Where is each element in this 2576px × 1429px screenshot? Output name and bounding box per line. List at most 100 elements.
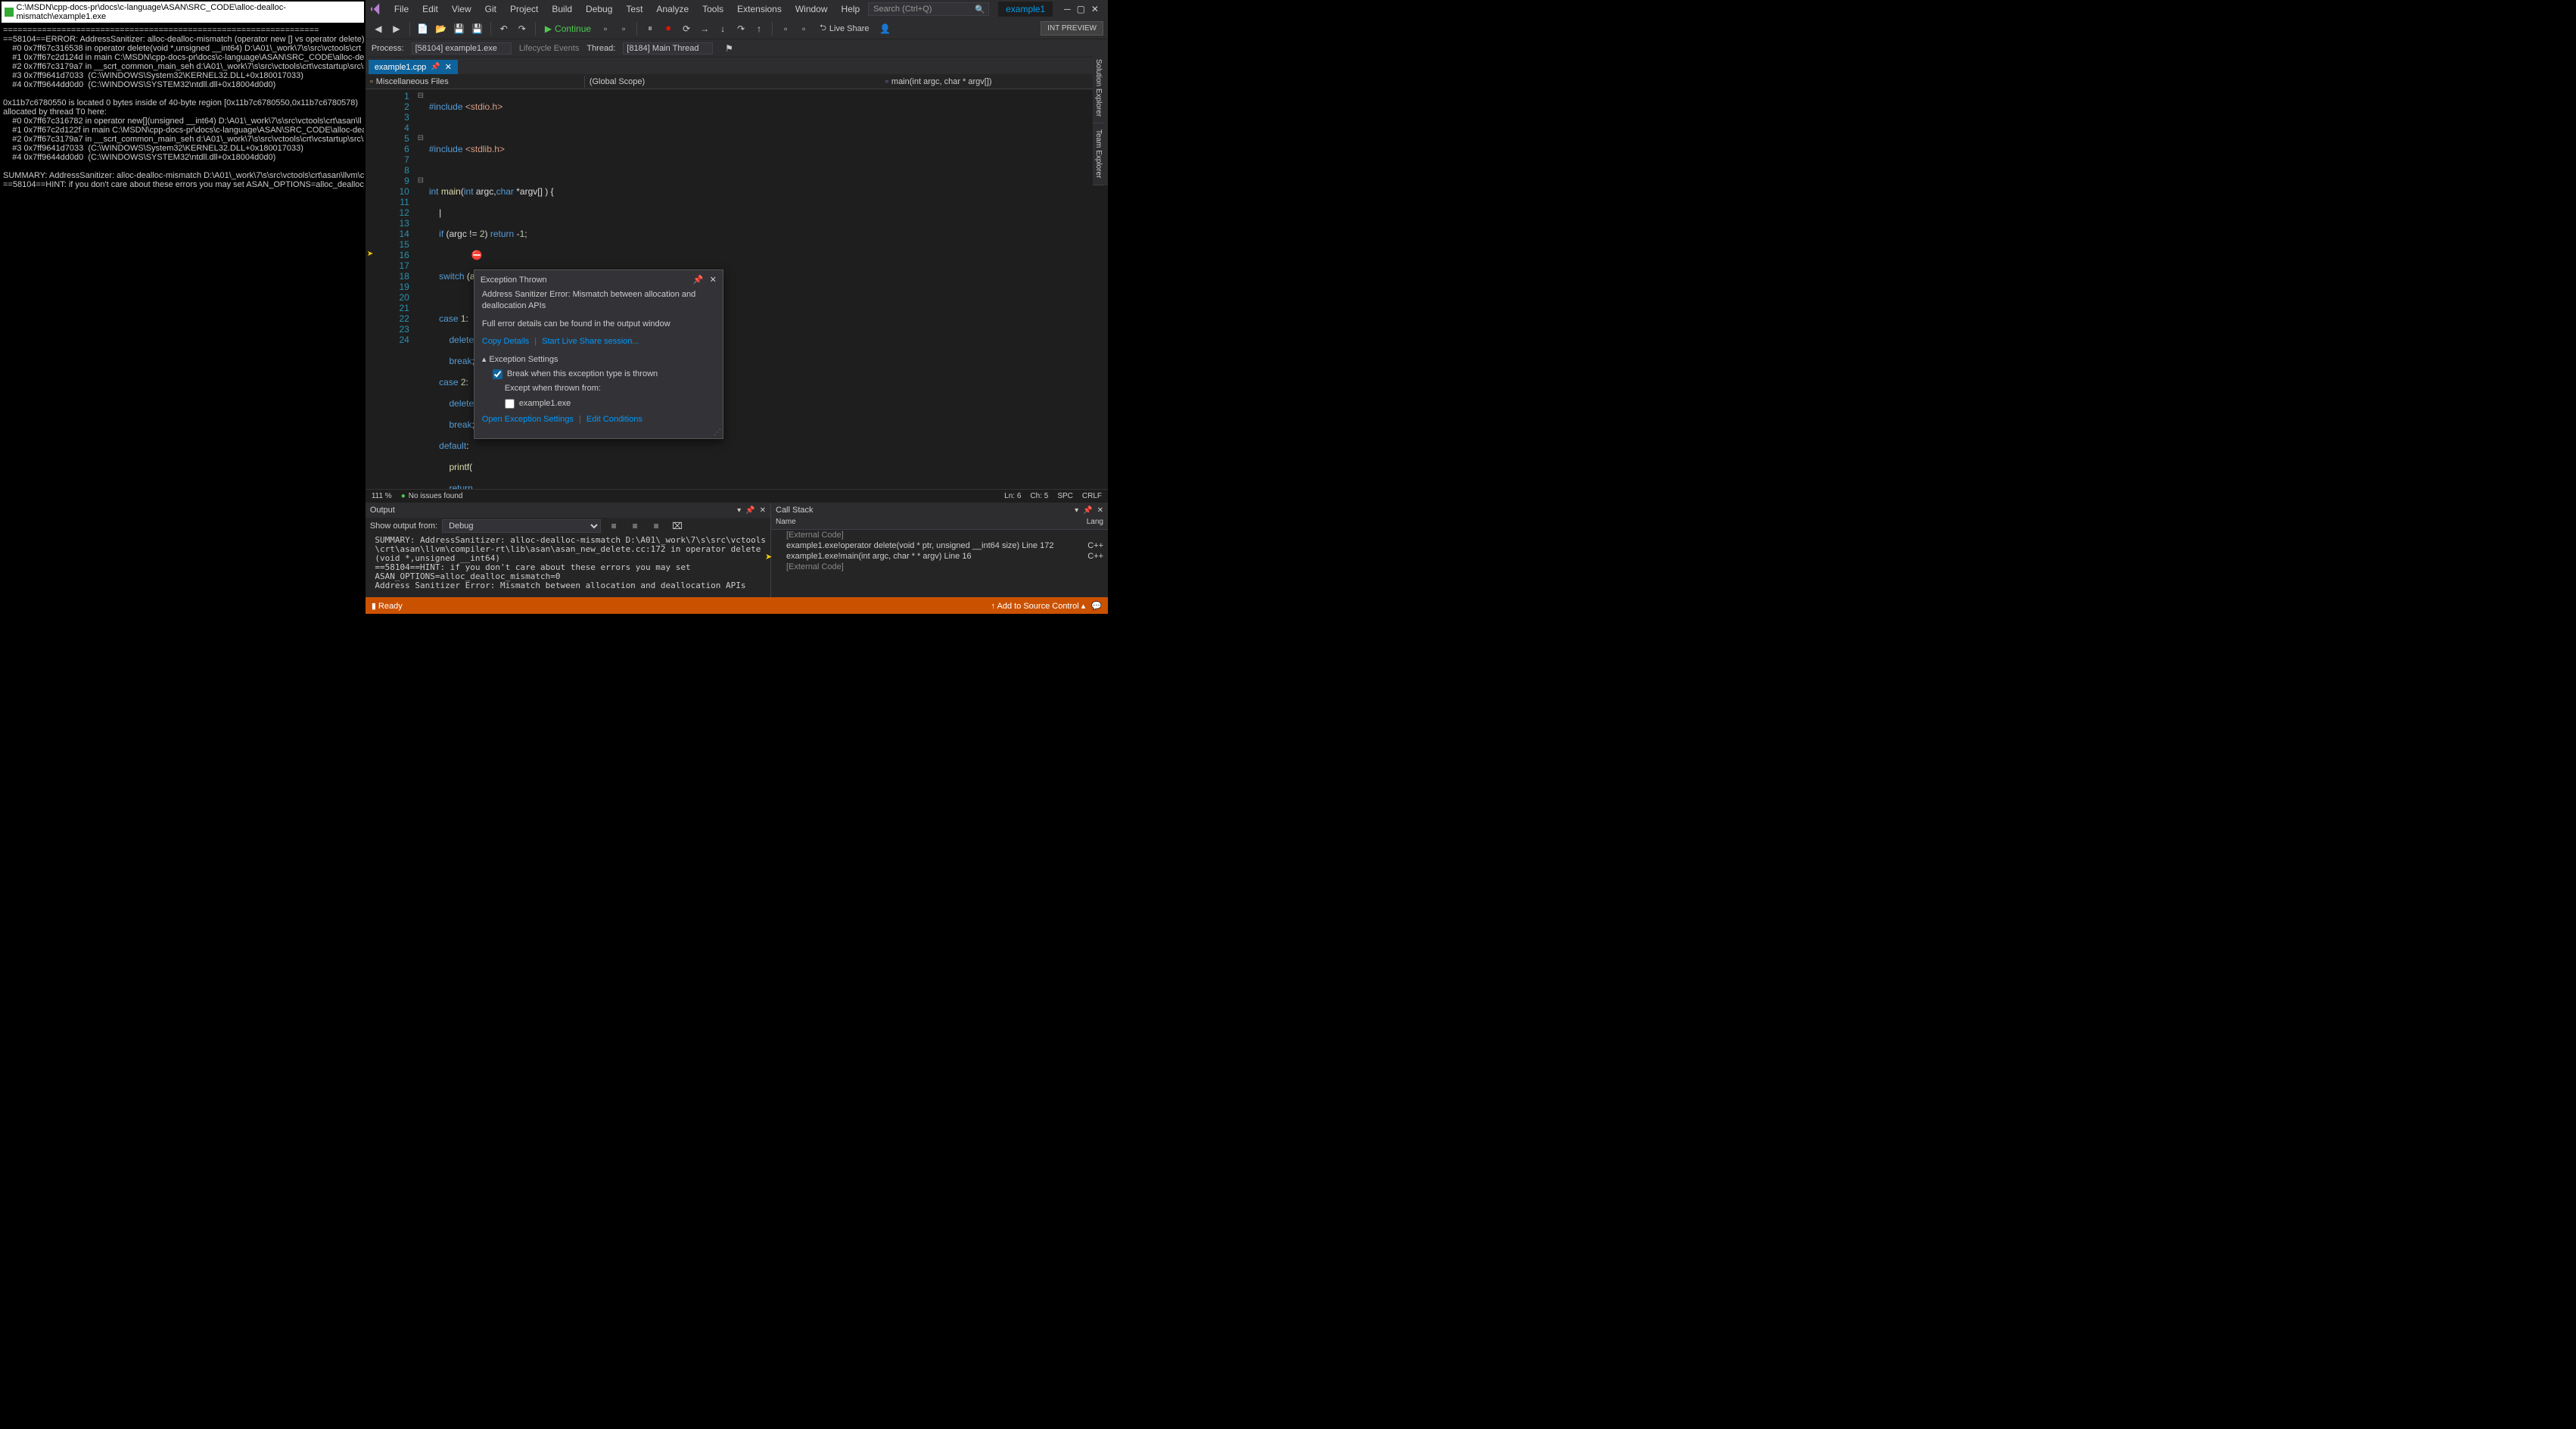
popup-message-1: Address Sanitizer Error: Mismatch betwee… [482,289,715,313]
cs-row[interactable]: [External Code] [771,562,1108,572]
minimize-icon[interactable]: ─ [1064,4,1071,14]
resize-grip-icon[interactable]: ⋰ [714,428,721,437]
solution-tab[interactable]: example1 [998,2,1053,17]
cs-row[interactable]: example1.exe!operator delete(void * ptr,… [771,540,1108,551]
zoom-level[interactable]: 111 % [372,492,392,500]
panel-dropdown-icon[interactable]: ▾ [737,506,741,515]
title-bar: File Edit View Git Project Build Debug T… [366,0,1108,18]
panel-pin-icon[interactable]: 📌 [745,506,754,515]
output-tb-icon-2[interactable]: ≡ [627,518,643,534]
popup-pin-icon[interactable]: 📌 [693,275,704,285]
open-icon[interactable]: 📂 [433,20,450,37]
continue-button[interactable]: ▶ Continue [540,22,596,36]
source-control-button[interactable]: ↑ Add to Source Control ▴ [991,601,1086,611]
redo-icon[interactable]: ↷ [514,20,530,37]
exception-settings-toggle[interactable]: ▴ Exception Settings [482,354,715,366]
popup-close-icon[interactable]: ✕ [710,275,717,285]
open-settings-link[interactable]: Open Exception Settings [482,415,574,424]
menu-edit[interactable]: Edit [416,2,444,17]
output-source-select[interactable]: Debug [442,519,601,533]
tb-icon-2[interactable]: ▫ [615,20,632,37]
menu-window[interactable]: Window [789,2,834,17]
output-text[interactable]: SUMMARY: AddressSanitizer: alloc-dealloc… [366,534,770,597]
menu-debug[interactable]: Debug [580,2,618,17]
feedback-icon[interactable]: 👤 [877,20,894,37]
liveshare-button[interactable]: ⮌ Live Share [814,21,875,36]
undo-icon[interactable]: ↶ [496,20,512,37]
step-out-icon[interactable]: ↑ [751,20,767,37]
lifecycle-button[interactable]: Lifecycle Events [519,44,579,53]
panel-close-icon[interactable]: ✕ [760,506,766,515]
cs-row[interactable]: ➤example1.exe!main(int argc, char * * ar… [771,551,1108,562]
vs-logo-icon [369,2,384,17]
save-icon[interactable]: 💾 [451,20,468,37]
tb-icon-3[interactable]: ▫ [777,20,794,37]
cs-pin-icon[interactable]: 📌 [1083,506,1092,515]
debug-toolbar: Process: [58104] example1.exe Lifecycle … [366,39,1108,58]
team-explorer-tab[interactable]: Team Explorer [1093,123,1104,185]
stackframe-icon[interactable]: ⚑ [720,40,737,57]
preview-badge: INT PREVIEW [1041,21,1103,36]
tb-icon-1[interactable]: ▫ [597,20,614,37]
break-checkbox[interactable] [493,369,502,379]
cs-row[interactable]: [External Code] [771,530,1108,540]
indent-mode[interactable]: SPC [1057,492,1073,500]
menu-tools[interactable]: Tools [696,2,730,17]
copy-details-link[interactable]: Copy Details [482,337,529,346]
cs-close-icon[interactable]: ✕ [1097,506,1103,515]
pause-icon[interactable]: ⏸ [642,20,658,37]
breakpoint-margin[interactable]: ➤ [366,89,378,489]
nav-function-select[interactable]: ▫main(int argc, char * argv[]) [881,76,1108,88]
menu-view[interactable]: View [446,2,478,17]
step-into-icon[interactable]: ↓ [714,20,731,37]
current-line-icon: ➤ [367,250,373,258]
search-input[interactable]: Search (Ctrl+Q) 🔍 [868,2,989,16]
liveshare-link[interactable]: Start Live Share session... [542,337,639,346]
fold-margin[interactable]: ⊟⊟⊟ [415,89,426,489]
menu-git[interactable]: Git [479,2,502,17]
nav-back-icon[interactable]: ◀ [370,20,387,37]
menu-extensions[interactable]: Extensions [731,2,788,17]
output-tb-icon-4[interactable]: ⌧ [669,518,686,534]
callstack-rows[interactable]: [External Code] example1.exe!operator de… [771,530,1108,597]
stop-icon[interactable]: ⏹ [660,20,677,37]
menu-build[interactable]: Build [546,2,578,17]
maximize-icon[interactable]: ▢ [1077,4,1085,14]
menu-analyze[interactable]: Analyze [650,2,695,17]
close-icon[interactable]: ✕ [1091,4,1099,14]
console-window: C:\MSDN\cpp-docs-pr\docs\c-language\ASAN… [0,0,366,614]
tb-icon-4[interactable]: ▫ [795,20,812,37]
menu-file[interactable]: File [388,2,415,17]
solution-explorer-tab[interactable]: Solution Explorer [1093,53,1104,123]
nav-project-select[interactable]: ▫Miscellaneous Files [366,76,585,88]
side-tool-tabs: Solution Explorer Team Explorer [1093,53,1108,185]
cs-col-lang[interactable]: Lang [1087,518,1103,529]
process-select[interactable]: [58104] example1.exe [412,42,512,54]
cs-col-name[interactable]: Name [776,518,1087,529]
menu-help[interactable]: Help [835,2,866,17]
menu-project[interactable]: Project [504,2,544,17]
nav-scope-select[interactable]: (Global Scope) [585,76,881,88]
restart-icon[interactable]: ⟳ [678,20,695,37]
output-tb-icon-1[interactable]: ≡ [605,518,622,534]
thread-select[interactable]: [8184] Main Thread [623,42,713,54]
main-menu: File Edit View Git Project Build Debug T… [388,2,866,17]
step-over-icon[interactable]: ↷ [733,20,749,37]
code-editor[interactable]: ➤ 12345678910111213141516171819202122232… [366,89,1108,489]
cs-dropdown-icon[interactable]: ▾ [1075,506,1078,515]
nav-fwd-icon[interactable]: ▶ [388,20,405,37]
pin-icon[interactable]: 📌 [431,63,440,71]
line-ending[interactable]: CRLF [1082,492,1102,500]
current-frame-icon: ➤ [765,552,772,562]
new-icon[interactable]: 📄 [415,20,431,37]
issues-status[interactable]: No issues found [401,492,463,500]
except-checkbox[interactable] [505,399,515,409]
saveall-icon[interactable]: 💾 [469,20,486,37]
show-next-icon[interactable]: → [696,20,713,37]
edit-conditions-link[interactable]: Edit Conditions [586,415,642,424]
output-tb-icon-3[interactable]: ≡ [648,518,664,534]
file-tab[interactable]: example1.cpp 📌 ✕ [369,60,458,74]
tab-close-icon[interactable]: ✕ [445,62,452,72]
notifications-icon[interactable]: 💬 [1091,601,1102,611]
menu-test[interactable]: Test [620,2,649,17]
